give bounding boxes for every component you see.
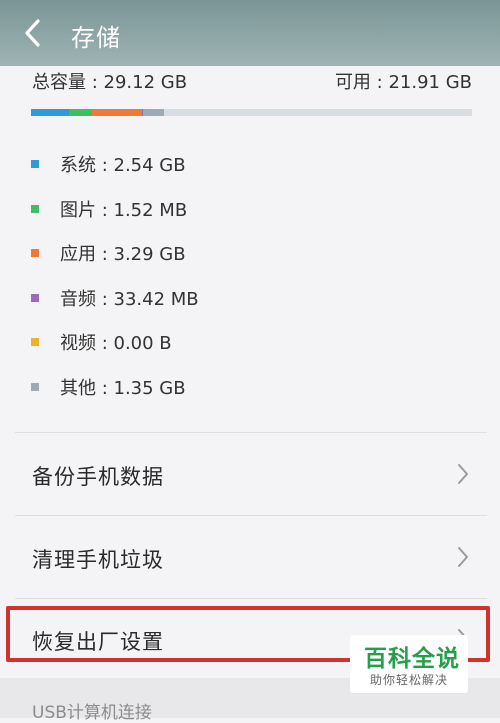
watermark-subtitle: 助你轻松解决	[370, 673, 449, 687]
clean-phone-junk-item[interactable]: 清理手机垃圾	[0, 516, 500, 596]
app-header: 存储	[0, 0, 500, 66]
legend-color-swatch	[31, 338, 39, 347]
watermark-title: 百科全说	[364, 646, 460, 672]
total-capacity: 总容量 : 29.12 GB	[32, 72, 188, 93]
backup-phone-data-label: 备份手机数据	[32, 465, 164, 489]
legend-label: 视频 : 0.00 B	[60, 333, 172, 355]
legend-item: 系统 : 2.54 GB	[31, 150, 186, 178]
available-capacity: 可用 : 21.91 GB	[334, 72, 472, 93]
back-arrow-icon	[25, 19, 40, 47]
storage-summary: 总容量 : 29.12 GB 可用 : 21.91 GB	[32, 68, 472, 93]
legend-color-swatch	[31, 204, 39, 213]
backup-phone-data-item[interactable]: 备份手机数据	[0, 433, 500, 513]
legend-item: 图片 : 1.52 MB	[31, 195, 187, 223]
legend-item: 视频 : 0.00 B	[31, 328, 172, 356]
usage-segment	[69, 109, 93, 116]
legend-item: 应用 : 3.29 GB	[31, 239, 186, 267]
legend-color-swatch	[31, 383, 39, 391]
legend-color-swatch	[31, 249, 39, 258]
usage-segment	[143, 109, 164, 116]
usb-connection-section-label: USB计算机连接	[32, 703, 152, 723]
back-button[interactable]	[10, 10, 56, 56]
legend-label: 图片 : 1.52 MB	[60, 199, 188, 221]
legend-item: 音频 : 33.42 MB	[31, 284, 199, 312]
page-title: 存储	[71, 24, 121, 52]
usage-segment	[31, 109, 70, 116]
clean-phone-junk-label: 清理手机垃圾	[32, 548, 164, 572]
chevron-right-icon	[458, 464, 468, 484]
legend-label: 应用 : 3.29 GB	[60, 244, 186, 266]
legend-color-swatch	[31, 293, 39, 302]
legend-label: 其他 : 1.35 GB	[60, 378, 186, 399]
chevron-right-icon	[458, 547, 468, 567]
usage-segment	[92, 109, 143, 116]
legend-color-swatch	[31, 160, 39, 168]
legend-label: 音频 : 33.42 MB	[60, 288, 199, 310]
watermark-logo: 百科全说 助你轻松解决	[350, 635, 468, 693]
storage-usage-bar	[31, 109, 472, 116]
legend-item: 其他 : 1.35 GB	[31, 373, 186, 401]
legend-label: 系统 : 2.54 GB	[60, 155, 186, 176]
